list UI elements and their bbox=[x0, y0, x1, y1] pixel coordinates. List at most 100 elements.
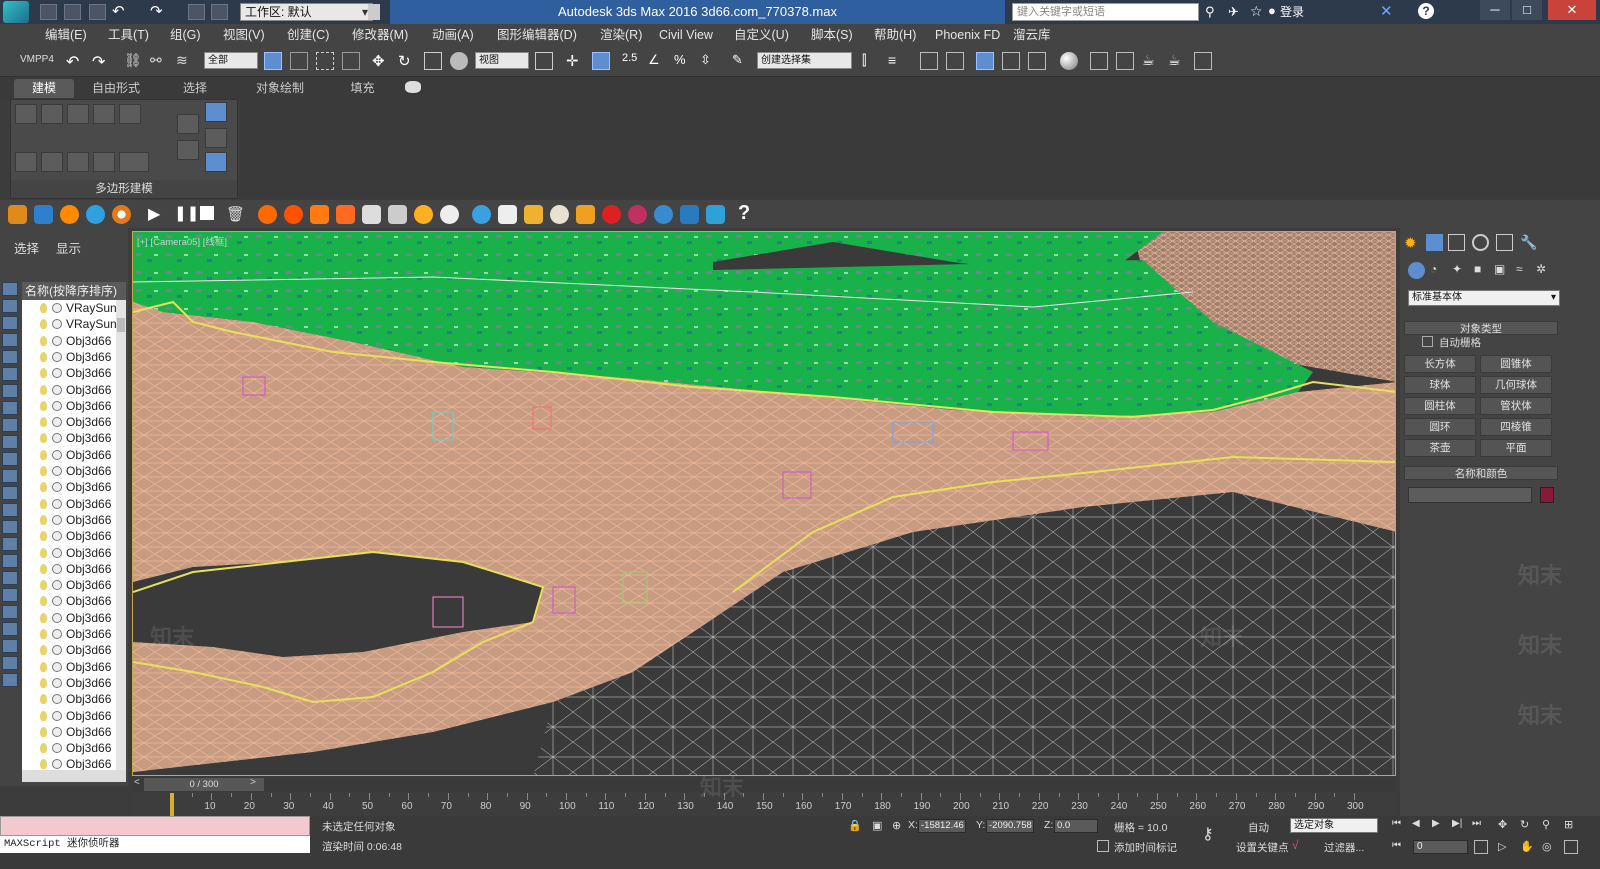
light-bulb-icon[interactable] bbox=[40, 303, 47, 313]
ribbon-btn-f-icon[interactable] bbox=[177, 114, 199, 134]
helpers-icon[interactable]: ▣ bbox=[1494, 262, 1511, 279]
explorer-filter-icon[interactable] bbox=[2, 367, 18, 381]
visibility-icon[interactable] bbox=[52, 645, 62, 656]
add-time-tag[interactable]: 添加时间标记 bbox=[1114, 840, 1177, 855]
visibility-icon[interactable] bbox=[52, 677, 62, 688]
mirror-icon[interactable]: ⫿ bbox=[862, 52, 880, 70]
tube-button[interactable]: 管状体 bbox=[1480, 397, 1552, 415]
save-file-icon[interactable] bbox=[89, 4, 106, 20]
lights-icon[interactable]: ✦ bbox=[1452, 262, 1469, 279]
tree-row[interactable]: Obj3d66 bbox=[22, 593, 116, 609]
snap-toggle-icon[interactable]: 2.5 bbox=[622, 52, 640, 70]
search-input[interactable]: 键入关键字或短语 bbox=[1012, 3, 1199, 21]
modify-tab-icon[interactable] bbox=[1426, 234, 1443, 251]
selection-filter-dropdown[interactable]: 全部 bbox=[204, 52, 258, 69]
menu-rendering[interactable]: 渲染(R) bbox=[600, 24, 642, 46]
ribbon-panel-label[interactable]: 多边形建模 bbox=[11, 180, 237, 198]
menu-views[interactable]: 视图(V) bbox=[223, 24, 265, 46]
ribbon-btn-d-icon[interactable] bbox=[93, 152, 115, 172]
light-bulb-icon[interactable] bbox=[40, 726, 47, 737]
menu-civil-view[interactable]: Civil View bbox=[659, 24, 713, 46]
visibility-icon[interactable] bbox=[52, 580, 62, 591]
visibility-icon[interactable] bbox=[52, 759, 62, 770]
visibility-icon[interactable] bbox=[52, 433, 62, 444]
explorer-filter-icon[interactable] bbox=[2, 554, 18, 568]
explorer-tree[interactable]: VRaySun VRaySun Obj3d66 Obj3d66 Obj3d66 Obj3d… bbox=[22, 300, 116, 770]
set-key-tangent-icon[interactable]: √ bbox=[1292, 838, 1299, 852]
rendered-frame-icon[interactable] bbox=[1116, 52, 1134, 70]
light-bulb-icon[interactable] bbox=[40, 580, 47, 591]
phoenix-water-icon[interactable] bbox=[86, 205, 105, 224]
adaptive-degradation-icon[interactable] bbox=[1097, 840, 1109, 852]
explorer-filter-icon[interactable] bbox=[2, 452, 18, 466]
tree-row[interactable]: Obj3d66 bbox=[22, 365, 116, 381]
fire-preset-3-icon[interactable] bbox=[310, 205, 329, 224]
tree-row[interactable]: VRaySun bbox=[22, 316, 116, 332]
tree-row[interactable]: Obj3d66 bbox=[22, 561, 116, 577]
explorer-filter-icon[interactable] bbox=[2, 622, 18, 636]
delete-cache-icon[interactable]: 🗑 bbox=[226, 205, 245, 223]
current-time-marker[interactable] bbox=[170, 793, 174, 816]
light-bulb-icon[interactable] bbox=[40, 531, 47, 542]
paint-preset-icon[interactable] bbox=[602, 205, 621, 224]
ribbon-btn-j-icon[interactable] bbox=[205, 152, 227, 172]
schematic-view-icon[interactable] bbox=[1028, 52, 1046, 70]
maxscript-listener[interactable]: MAXScript 迷你侦听器 bbox=[0, 836, 310, 853]
milk-preset-icon[interactable] bbox=[498, 205, 517, 224]
create-tab-icon[interactable]: ✹ bbox=[1404, 234, 1421, 252]
tree-row[interactable]: Obj3d66 bbox=[22, 398, 116, 414]
time-prev-icon[interactable]: < bbox=[134, 777, 140, 788]
app-logo-icon[interactable] bbox=[3, 1, 29, 23]
autogrid-checkbox[interactable]: 自动栅格 bbox=[1422, 335, 1481, 350]
explorer-filter-icon[interactable] bbox=[2, 350, 18, 364]
tree-row[interactable]: Obj3d66 bbox=[22, 626, 116, 642]
move-icon[interactable]: ✥ bbox=[372, 52, 390, 70]
tree-row[interactable]: Obj3d66 bbox=[22, 659, 116, 675]
light-bulb-icon[interactable] bbox=[40, 351, 47, 362]
help-question-icon[interactable]: ? bbox=[738, 202, 750, 225]
visibility-icon[interactable] bbox=[52, 303, 62, 313]
time-next-icon[interactable]: > bbox=[250, 777, 256, 788]
ribbon-tab-populate[interactable]: 填充 bbox=[340, 79, 385, 98]
fire-preset-2-icon[interactable] bbox=[284, 205, 303, 224]
plane-button[interactable]: 平面 bbox=[1480, 439, 1552, 457]
tree-row[interactable]: Obj3d66 bbox=[22, 577, 116, 593]
explorer-filter-icon[interactable] bbox=[2, 520, 18, 534]
explorer-filter-icon[interactable] bbox=[2, 486, 18, 500]
vmpp-label[interactable]: VMPP4 bbox=[20, 54, 54, 65]
edit-named-selection-icon[interactable]: ✎ bbox=[732, 52, 750, 70]
light-bulb-icon[interactable] bbox=[40, 629, 47, 639]
waves-preset-icon[interactable] bbox=[706, 205, 725, 224]
lock-selection-icon[interactable]: 🔒 bbox=[848, 819, 862, 832]
systems-icon[interactable]: ✲ bbox=[1536, 262, 1553, 279]
tree-row[interactable]: Obj3d66 bbox=[22, 414, 116, 430]
curve-editor-icon[interactable] bbox=[1002, 52, 1020, 70]
help-icon[interactable]: ? bbox=[1418, 3, 1434, 19]
coffee-preset-icon[interactable] bbox=[550, 205, 569, 224]
ribbon-btn-g-icon[interactable] bbox=[177, 140, 199, 160]
tree-row[interactable]: Obj3d66 bbox=[22, 740, 116, 756]
window-icon[interactable] bbox=[211, 4, 228, 20]
sphere-button[interactable]: 球体 bbox=[1404, 376, 1476, 394]
light-bulb-icon[interactable] bbox=[40, 694, 47, 705]
hierarchy-tab-icon[interactable] bbox=[1448, 234, 1465, 251]
visibility-icon[interactable] bbox=[52, 726, 62, 737]
time-slider-thumb[interactable]: 0 / 300 bbox=[144, 778, 264, 791]
light-bulb-icon[interactable] bbox=[40, 547, 47, 558]
ribbon-btn-element-icon[interactable] bbox=[119, 104, 141, 124]
visibility-icon[interactable] bbox=[52, 596, 62, 607]
light-bulb-icon[interactable] bbox=[40, 449, 47, 460]
menu-tools[interactable]: 工具(T) bbox=[108, 24, 149, 46]
smoke-preset-icon[interactable] bbox=[362, 205, 381, 224]
tree-row[interactable]: Obj3d66 bbox=[22, 756, 116, 770]
next-frame-icon[interactable]: ▶| bbox=[1452, 818, 1466, 832]
open-file-icon[interactable] bbox=[64, 4, 81, 20]
menu-customize[interactable]: 自定义(U) bbox=[734, 24, 789, 46]
menu-graph-editors[interactable]: 图形编辑器(D) bbox=[497, 24, 577, 46]
explorer-filter-icon[interactable] bbox=[2, 418, 18, 432]
light-bulb-icon[interactable] bbox=[40, 417, 47, 428]
favorites-icon[interactable]: ☆ bbox=[1250, 3, 1263, 20]
current-frame-field[interactable]: 0 bbox=[1413, 840, 1468, 854]
play-icon[interactable]: ▶ bbox=[148, 204, 160, 224]
tree-row[interactable]: Obj3d66 bbox=[22, 382, 116, 398]
